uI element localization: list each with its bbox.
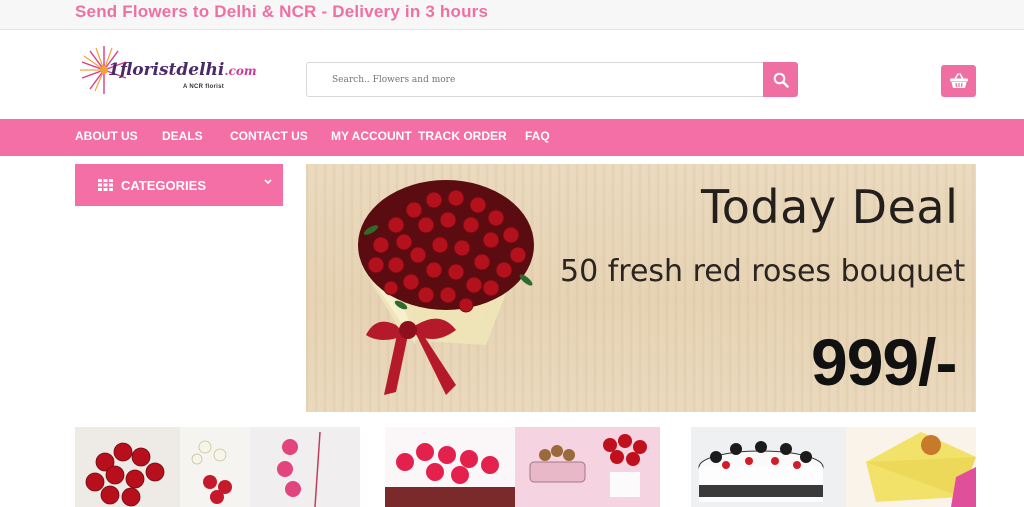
search-box: [306, 62, 764, 97]
nav-my-account[interactable]: MY ACCOUNT: [331, 129, 412, 143]
categories-dropdown[interactable]: CATEGORIES: [75, 164, 283, 206]
roses-collage-image: [75, 427, 360, 507]
nav-about-us[interactable]: ABOUT US: [75, 129, 138, 143]
promo-text: Send Flowers to Delhi & NCR - Delivery i…: [75, 2, 489, 21]
product-tile-roses[interactable]: [75, 427, 360, 507]
search-button[interactable]: [763, 62, 798, 97]
cakes-collage-image: [691, 427, 976, 507]
logo-tagline: A NCR florist: [183, 84, 225, 90]
nav-track-order[interactable]: TRACK ORDER: [418, 129, 507, 143]
product-tile-cakes[interactable]: [691, 427, 976, 507]
banner-subtitle: 50 fresh red roses bouquet: [560, 254, 966, 289]
today-deal-banner[interactable]: Today Deal 50 fresh red roses bouquet 99…: [306, 164, 976, 412]
logo-domain: .com: [224, 64, 257, 78]
banner-title: Today Deal: [701, 180, 959, 234]
main-nav: ABOUT US DEALS CONTACT US MY ACCOUNT TRA…: [0, 119, 1024, 156]
grid-icon: [98, 179, 113, 191]
gifts-collage-image: [385, 427, 660, 507]
nav-contact-us[interactable]: CONTACT US: [230, 129, 308, 143]
banner-price: 999/-: [811, 325, 957, 399]
promo-bar: Send Flowers to Delhi & NCR - Delivery i…: [0, 0, 1024, 30]
search-icon: [773, 72, 789, 88]
site-logo[interactable]: 1floristdelhi.com A NCR florist: [80, 40, 257, 100]
nav-deals[interactable]: DEALS: [162, 129, 203, 143]
basket-icon: [949, 73, 968, 88]
chevron-down-icon: [264, 179, 272, 185]
categories-label: CATEGORIES: [121, 177, 206, 193]
search-input[interactable]: [307, 63, 764, 96]
cart-button[interactable]: [941, 65, 976, 97]
nav-faq[interactable]: FAQ: [525, 129, 550, 143]
rose-bouquet-image: [358, 180, 534, 395]
logo-text: 1floristdelhi: [108, 60, 225, 80]
product-tile-gifts[interactable]: [385, 427, 660, 507]
